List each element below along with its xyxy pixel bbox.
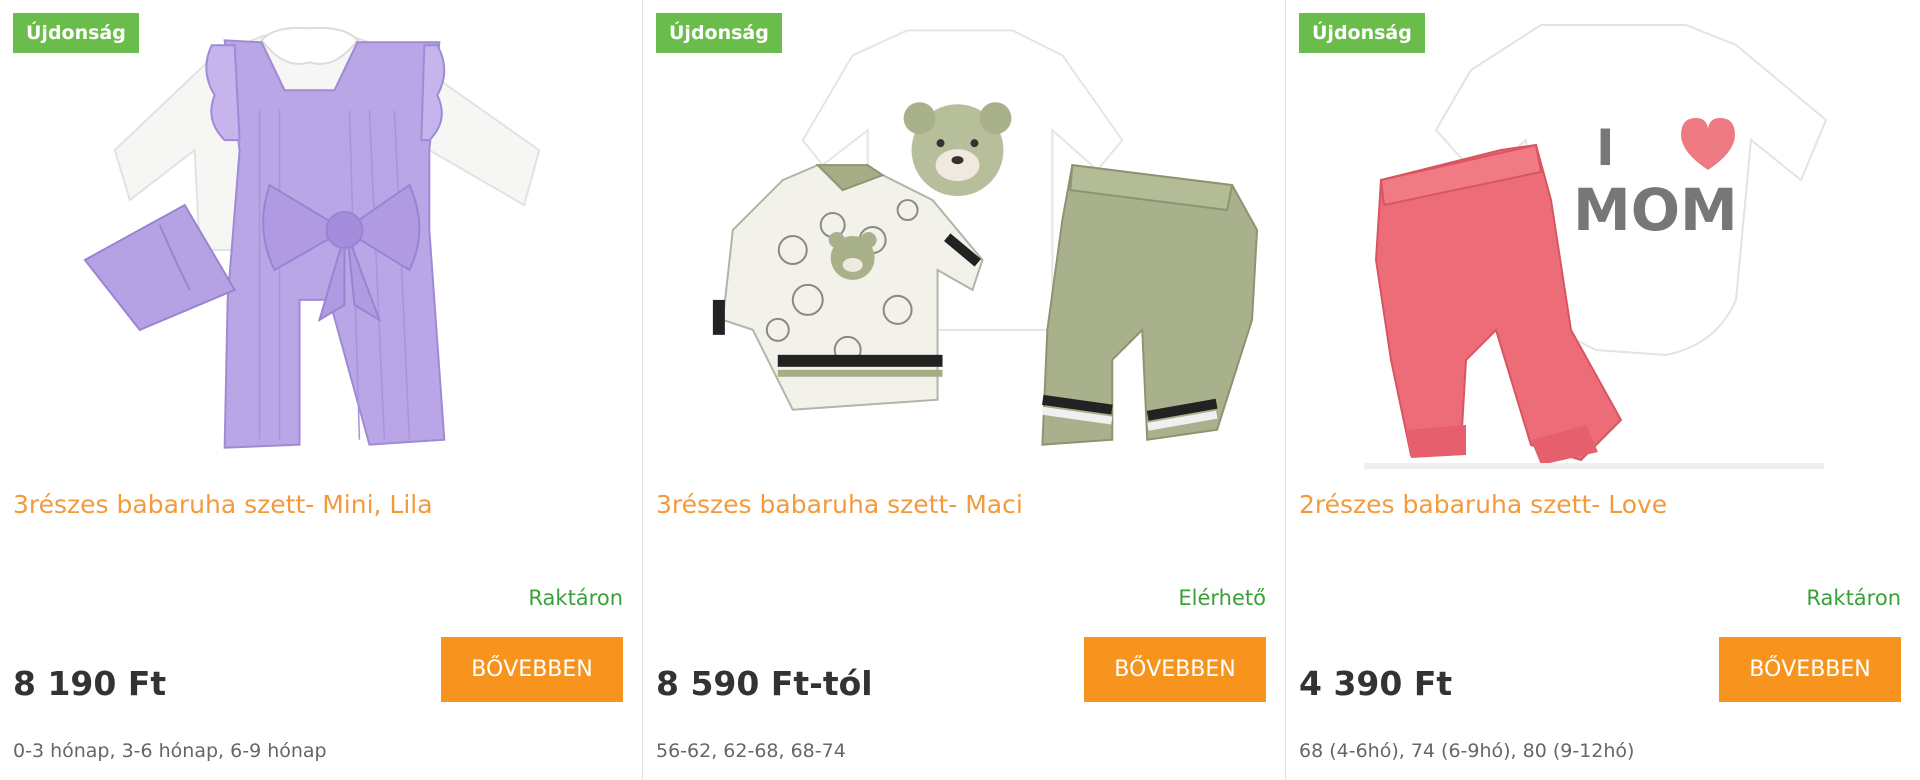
product-price: 4 390 Ft xyxy=(1299,664,1453,703)
more-button[interactable]: BŐVEBBEN xyxy=(441,637,623,702)
product-image[interactable]: Újdonság xyxy=(643,0,1285,480)
stock-status: Raktáron xyxy=(1806,586,1901,610)
bear-outfit-illustration xyxy=(712,29,1259,446)
product-grid: Újdonság 3részes babaruha szett- Mini, L… xyxy=(0,0,1920,780)
new-badge: Újdonság xyxy=(1299,13,1425,53)
product-title[interactable]: 3részes babaruha szett- Maci xyxy=(656,488,1272,522)
new-badge: Újdonság xyxy=(13,13,139,53)
product-card[interactable]: I MOM Újdonság 2részes babaruha szett- L… xyxy=(1286,0,1920,780)
lilac-outfit-illustration xyxy=(83,26,541,449)
more-button[interactable]: BŐVEBBEN xyxy=(1719,637,1901,702)
product-image[interactable]: Újdonság xyxy=(0,0,642,480)
love-outfit-illustration: I MOM xyxy=(1364,24,1828,469)
size-list: 56-62, 62-68, 68-74 xyxy=(656,740,846,762)
product-card[interactable]: Újdonság 3részes babaruha szett- Mini, L… xyxy=(0,0,643,780)
stock-status: Elérhető xyxy=(1178,586,1266,610)
new-badge: Újdonság xyxy=(656,13,782,53)
stock-status: Raktáron xyxy=(528,586,623,610)
product-price: 8 190 Ft xyxy=(13,664,167,703)
size-list: 0-3 hónap, 3-6 hónap, 6-9 hónap xyxy=(13,740,327,762)
product-title[interactable]: 3részes babaruha szett- Mini, Lila xyxy=(13,488,629,522)
product-card[interactable]: Újdonság 3részes babaruha szett- Maci El… xyxy=(643,0,1286,780)
print-letter-i: I xyxy=(1596,119,1615,177)
size-list: 68 (4-6hó), 74 (6-9hó), 80 (9-12hó) xyxy=(1299,740,1635,762)
product-image[interactable]: I MOM Újdonság xyxy=(1286,0,1920,480)
product-title[interactable]: 2részes babaruha szett- Love xyxy=(1299,488,1907,522)
print-word-mom: MOM xyxy=(1573,176,1738,244)
product-price: 8 590 Ft-tól xyxy=(656,664,873,703)
more-button[interactable]: BŐVEBBEN xyxy=(1084,637,1266,702)
